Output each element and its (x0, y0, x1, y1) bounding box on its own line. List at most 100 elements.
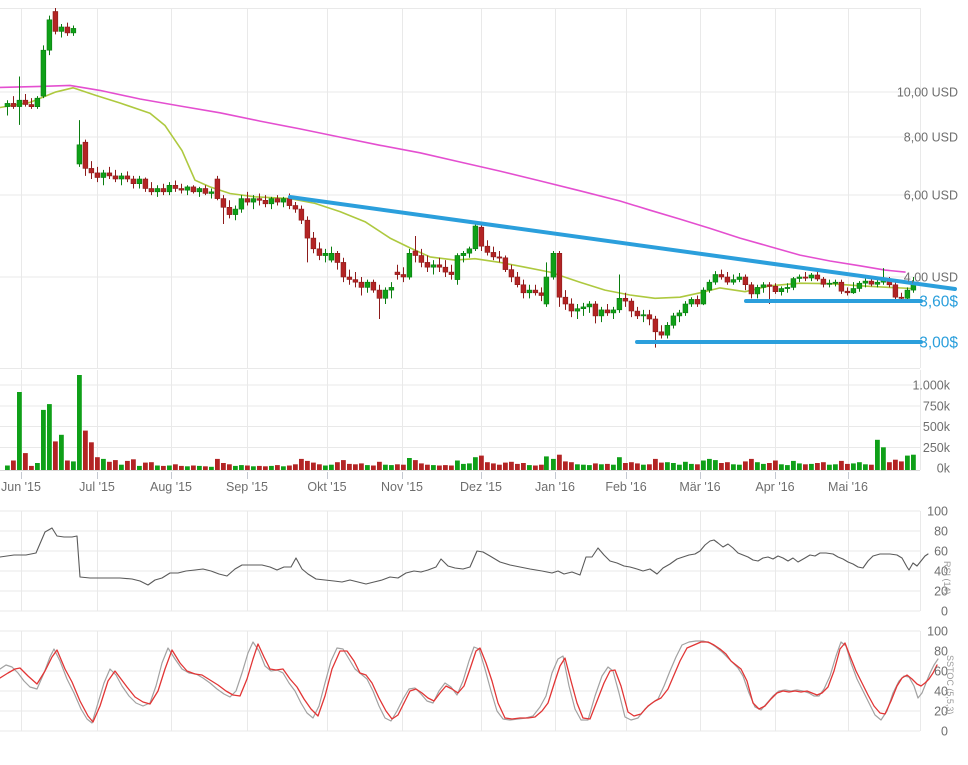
candle-body (737, 277, 742, 280)
candle-body (671, 316, 676, 325)
time-axis: Jun '15Jul '15Aug '15Sep '15Okt '15Nov '… (1, 472, 868, 494)
price-tick-label: 8,00 USD (904, 131, 958, 145)
candle-body (23, 100, 28, 104)
volume-bar (35, 463, 40, 470)
candle-body (191, 187, 196, 192)
volume-bar (143, 463, 148, 470)
candle-body (245, 199, 250, 203)
candle-body (461, 253, 466, 255)
candle-body (449, 272, 454, 275)
candle-body (869, 281, 874, 284)
volume-bar (161, 466, 166, 470)
candle-body (131, 179, 136, 184)
volume-bar (317, 464, 322, 470)
volume-bar (59, 435, 64, 470)
volume-bar (791, 461, 796, 470)
volume-bar (125, 461, 130, 470)
candle-body (341, 262, 346, 277)
volume-bar (431, 465, 436, 470)
candle-body (653, 319, 658, 332)
volume-bar (149, 462, 154, 470)
volume-bar (779, 464, 784, 470)
candle-body (17, 100, 22, 106)
volume-bar (47, 404, 52, 470)
volume-bar (881, 447, 886, 470)
candle-body (149, 189, 154, 192)
candle-body (359, 282, 364, 287)
candle-body (803, 277, 808, 278)
support-label: 3,00$ (919, 335, 958, 352)
candle-body (77, 145, 82, 164)
candle-body (791, 279, 796, 288)
volume-bar (413, 460, 418, 470)
candle-body (701, 290, 706, 304)
volume-bar (71, 461, 76, 470)
candle-body (785, 287, 790, 288)
volume-bar (77, 375, 82, 470)
volume-bar (827, 465, 832, 470)
volume-bar (341, 460, 346, 470)
volume-bar (551, 459, 556, 470)
volume-bar (851, 463, 856, 470)
candle-body (749, 285, 754, 294)
volume-bar (95, 457, 100, 470)
candle-body (395, 272, 400, 275)
volume-bar (689, 464, 694, 470)
volume-bar (437, 466, 442, 471)
volume-bar (845, 464, 850, 470)
candle-body (59, 27, 64, 31)
volume-bar (155, 466, 160, 471)
candle-body (815, 275, 820, 279)
volume-bar (581, 465, 586, 470)
rsi-side-label: RSI (14) (942, 561, 952, 595)
volume-bar (635, 463, 640, 470)
volume-bar (299, 459, 304, 470)
descending-trendline (290, 197, 955, 289)
candle-body (833, 282, 838, 283)
volume-bar (863, 464, 868, 470)
candle-body (347, 277, 352, 280)
volume-bar (731, 464, 736, 470)
volume-bar (137, 466, 142, 470)
volume-bar (83, 431, 88, 470)
volume-bar (647, 464, 652, 470)
candle-body (263, 200, 268, 204)
candle-body (329, 253, 334, 260)
volume-bar (425, 465, 430, 470)
volume-bar (911, 455, 916, 470)
rsi-panel (0, 528, 928, 585)
candle-body (689, 299, 694, 304)
candle-body (593, 304, 598, 316)
candle-body (713, 275, 718, 283)
volume-bar (191, 466, 196, 471)
volume-bar (263, 466, 268, 470)
candle-body (425, 262, 430, 267)
candle-body (41, 50, 46, 96)
candle-body (605, 310, 610, 313)
candle-body (95, 173, 100, 178)
candle-body (485, 246, 490, 252)
volume-bar (539, 465, 544, 470)
volume-bar (197, 466, 202, 470)
volume-tick-label: 0k (937, 462, 951, 476)
volume-bar (167, 466, 172, 471)
candle-body (215, 179, 220, 199)
candle-body (137, 179, 142, 184)
month-label: Sep '15 (226, 480, 268, 494)
volume-bar (875, 440, 880, 470)
chart-canvas[interactable]: Jun '15Jul '15Aug '15Sep '15Okt '15Nov '… (0, 0, 968, 765)
volume-bar (617, 457, 622, 470)
volume-bar (587, 465, 592, 470)
candle-body (755, 287, 760, 294)
candle-body (53, 12, 58, 32)
candle-body (251, 199, 256, 203)
candle-body (29, 105, 34, 107)
month-label: Jan '16 (535, 480, 575, 494)
volume-bar (17, 392, 22, 470)
volume-bar (509, 462, 514, 470)
candle-body (35, 98, 40, 107)
volume-bar (221, 463, 226, 470)
volume-bar (23, 453, 28, 470)
month-label: Okt '15 (307, 480, 346, 494)
volume-bar (677, 465, 682, 470)
